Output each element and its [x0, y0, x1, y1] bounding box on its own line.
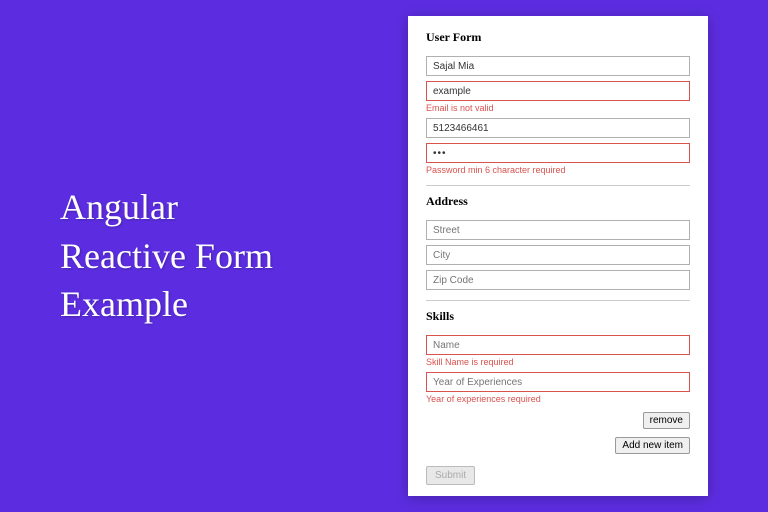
form-panel: User Form Email is not valid Password mi…: [408, 16, 708, 496]
name-field[interactable]: [426, 56, 690, 76]
password-field[interactable]: [426, 143, 690, 163]
email-error: Email is not valid: [426, 103, 690, 113]
divider: [426, 185, 690, 186]
submit-button[interactable]: Submit: [426, 466, 475, 485]
phone-field[interactable]: [426, 118, 690, 138]
skills-title: Skills: [426, 309, 690, 324]
add-item-button[interactable]: Add new item: [615, 437, 690, 454]
skill-name-field[interactable]: [426, 335, 690, 355]
zip-field[interactable]: [426, 270, 690, 290]
city-field[interactable]: [426, 245, 690, 265]
skill-years-error: Year of experiences required: [426, 394, 690, 404]
address-title: Address: [426, 194, 690, 209]
remove-button[interactable]: remove: [643, 412, 690, 429]
street-field[interactable]: [426, 220, 690, 240]
divider: [426, 300, 690, 301]
user-form-title: User Form: [426, 30, 690, 45]
email-field[interactable]: [426, 81, 690, 101]
password-error: Password min 6 character required: [426, 165, 690, 175]
skill-name-error: Skill Name is required: [426, 357, 690, 367]
page-headline: AngularReactive FormExample: [60, 183, 408, 329]
skill-years-field[interactable]: [426, 372, 690, 392]
